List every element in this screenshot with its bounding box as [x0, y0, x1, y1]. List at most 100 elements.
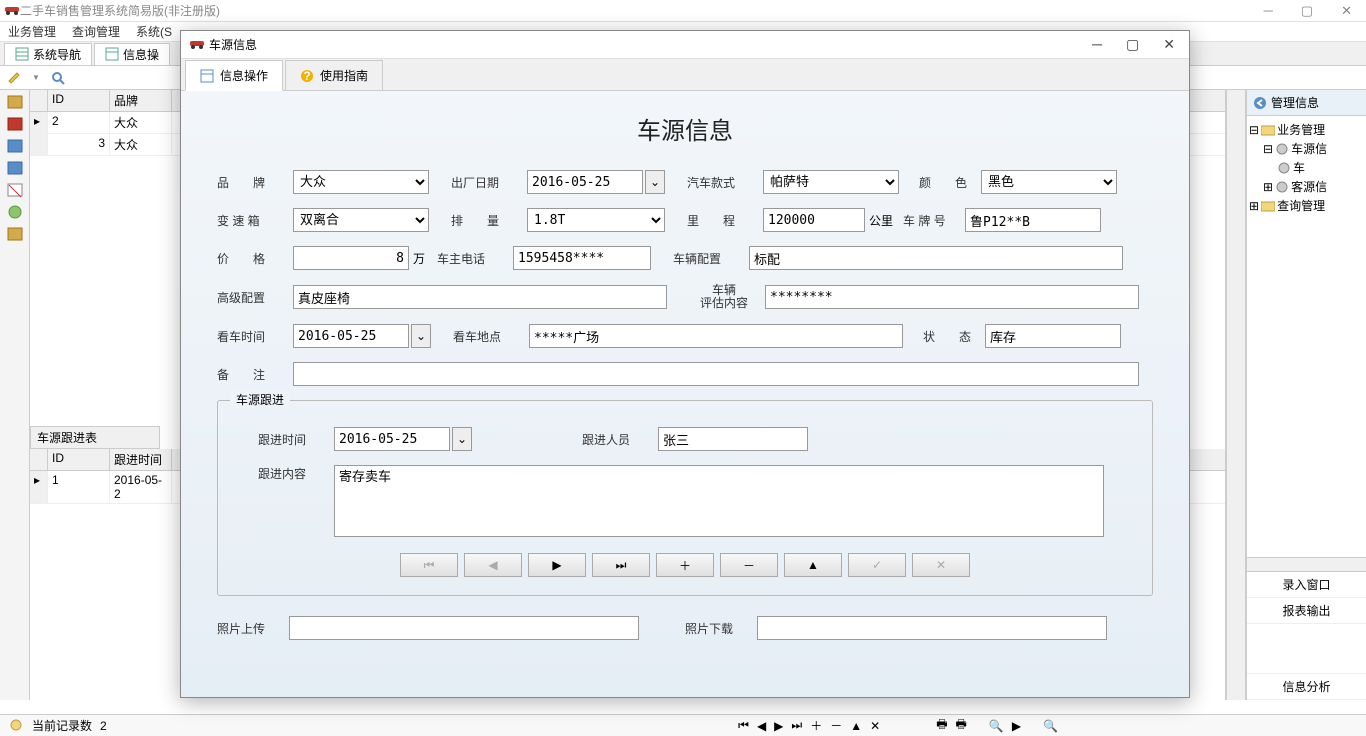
tab-info-ops[interactable]: 信息操 — [94, 43, 170, 65]
menu-business[interactable]: 业务管理 — [8, 23, 56, 40]
sidebar-icon-2[interactable] — [6, 116, 24, 132]
mfg-date-input[interactable] — [527, 170, 643, 194]
config-input[interactable] — [749, 246, 1123, 270]
nav-next-icon[interactable]: ▶ — [774, 719, 783, 733]
nav-cancel-button[interactable]: ✕ — [912, 553, 970, 577]
nav-edit-button[interactable]: ▲ — [784, 553, 842, 577]
print-icon-2[interactable]: 🖶 — [956, 715, 967, 736]
scrollbar-horizontal[interactable] — [1247, 557, 1366, 571]
grid-icon — [200, 69, 214, 83]
edit-button[interactable] — [4, 68, 24, 88]
gearbox-select[interactable]: 双离合 — [293, 208, 429, 232]
mfg-date-picker-button[interactable]: ⌄ — [645, 170, 665, 194]
sub-col-time[interactable]: 跟进时间 — [110, 449, 172, 470]
tab-label: 系统导航 — [33, 46, 81, 63]
search-button[interactable] — [48, 68, 68, 88]
main-close-button[interactable]: ✕ — [1341, 3, 1352, 19]
view-time-picker-button[interactable]: ⌄ — [411, 324, 431, 348]
nav-add-icon[interactable]: ＋ — [810, 717, 822, 734]
expand-icon[interactable]: ⊟ — [1263, 142, 1273, 156]
nav-remove-button[interactable]: － — [720, 553, 778, 577]
remark-input[interactable] — [293, 362, 1139, 386]
expand-icon[interactable]: ⊟ — [1249, 123, 1259, 137]
color-select[interactable]: 黑色 — [981, 170, 1117, 194]
menu-system[interactable]: 系统(S — [136, 23, 172, 40]
nav-last-icon[interactable]: ⏭ — [791, 718, 802, 733]
followup-nav-buttons: ⏮ ◀ ▶ ⏭ ＋ － ▲ ✓ ✕ — [238, 553, 1132, 577]
nav-next-button[interactable]: ▶ — [528, 553, 586, 577]
back-icon[interactable] — [1253, 96, 1267, 110]
sidebar-icon-1[interactable] — [6, 94, 24, 110]
nav-confirm-button[interactable]: ✓ — [848, 553, 906, 577]
followup-person-input[interactable] — [658, 427, 808, 451]
owner-phone-input[interactable] — [513, 246, 651, 270]
main-minimize-button[interactable]: ─ — [1264, 3, 1273, 19]
nav-prev-button[interactable]: ◀ — [464, 553, 522, 577]
sidebar-icon-5[interactable] — [6, 182, 24, 198]
model-select[interactable]: 帕萨特 — [763, 170, 899, 194]
adv-config-input[interactable] — [293, 285, 667, 309]
dialog-close-button[interactable]: ✕ — [1163, 36, 1175, 53]
nav-prev-icon[interactable]: ◀ — [757, 719, 766, 733]
sub-grid-title: 车源跟进表 — [30, 426, 160, 449]
photo-upload-input[interactable] — [289, 616, 639, 640]
brand-select[interactable]: 大众 — [293, 170, 429, 194]
nav-cancel-icon[interactable]: ✕ — [870, 719, 880, 733]
expand-icon[interactable]: ⊞ — [1249, 199, 1259, 213]
nav-first-icon[interactable]: ⏮ — [738, 718, 749, 733]
eval-input[interactable] — [765, 285, 1139, 309]
sub-col-id[interactable]: ID — [48, 449, 110, 470]
tab-usage-guide[interactable]: ? 使用指南 — [285, 60, 383, 91]
mfg-date-label: 出厂日期 — [451, 174, 527, 191]
followup-time-input[interactable] — [334, 427, 450, 451]
nav-remove-icon[interactable]: － — [830, 717, 842, 734]
status-count: 2 — [100, 719, 107, 733]
followup-title: 车源跟进 — [230, 391, 290, 408]
dialog-icon — [189, 37, 205, 52]
find-icon[interactable]: 🔍 — [989, 719, 1004, 733]
tree-node-car-source[interactable]: ⊟ 车源信 — [1249, 139, 1364, 158]
mileage-input[interactable] — [763, 208, 865, 232]
report-output-button[interactable]: 报表输出 — [1247, 598, 1366, 624]
grid-icon — [105, 47, 119, 61]
sidebar-icon-3[interactable] — [6, 138, 24, 154]
info-analysis-button[interactable]: 信息分析 — [1247, 674, 1366, 700]
tab-info-operation[interactable]: 信息操作 — [185, 60, 283, 91]
tree-node-customer[interactable]: ⊞ 客源信 — [1249, 177, 1364, 196]
main-maximize-button[interactable]: ▢ — [1301, 3, 1313, 19]
sidebar-icon-4[interactable] — [6, 160, 24, 176]
nav-last-button[interactable]: ⏭ — [592, 553, 650, 577]
tree-node-car[interactable]: 车 — [1249, 158, 1364, 177]
scrollbar-vertical[interactable] — [1226, 90, 1246, 700]
expand-icon[interactable]: ⊞ — [1263, 180, 1273, 194]
plate-input[interactable] — [965, 208, 1101, 232]
adv-config-label: 高级配置 — [217, 289, 293, 306]
col-id-header[interactable]: ID — [48, 90, 110, 111]
nav-up-icon[interactable]: ▲ — [850, 719, 862, 733]
followup-content-input[interactable] — [334, 465, 1104, 537]
dialog-maximize-button[interactable]: ▢ — [1126, 36, 1139, 53]
price-input[interactable] — [293, 246, 409, 270]
followup-groupbox: 车源跟进 跟进时间 ⌄ 跟进人员 跟进内容 ⏮ ◀ ▶ ⏭ ＋ － ▲ — [217, 400, 1153, 596]
photo-download-input[interactable] — [757, 616, 1107, 640]
followup-time-picker-button[interactable]: ⌄ — [452, 427, 472, 451]
nav-first-button[interactable]: ⏮ — [400, 553, 458, 577]
tree-node-query[interactable]: ⊞ 查询管理 — [1249, 196, 1364, 215]
sidebar-icon-6[interactable] — [6, 204, 24, 220]
zoom-icon[interactable]: 🔍 — [1043, 719, 1058, 733]
entry-window-button[interactable]: 录入窗口 — [1247, 572, 1366, 598]
dialog-minimize-button[interactable]: ─ — [1092, 36, 1102, 53]
dropdown-arrow-icon[interactable]: ▼ — [32, 73, 40, 82]
view-place-input[interactable] — [529, 324, 903, 348]
status-input[interactable] — [985, 324, 1121, 348]
play-icon[interactable]: ▶ — [1012, 719, 1021, 733]
col-brand-header[interactable]: 品牌 — [110, 90, 172, 111]
tab-system-nav[interactable]: 系统导航 — [4, 43, 92, 65]
displacement-select[interactable]: 1.8T — [527, 208, 665, 232]
nav-add-button[interactable]: ＋ — [656, 553, 714, 577]
tree-node-business[interactable]: ⊟ 业务管理 — [1249, 120, 1364, 139]
menu-query[interactable]: 查询管理 — [72, 23, 120, 40]
view-time-input[interactable] — [293, 324, 409, 348]
print-icon[interactable]: 🖶 — [936, 715, 947, 736]
sidebar-icon-7[interactable] — [6, 226, 24, 242]
